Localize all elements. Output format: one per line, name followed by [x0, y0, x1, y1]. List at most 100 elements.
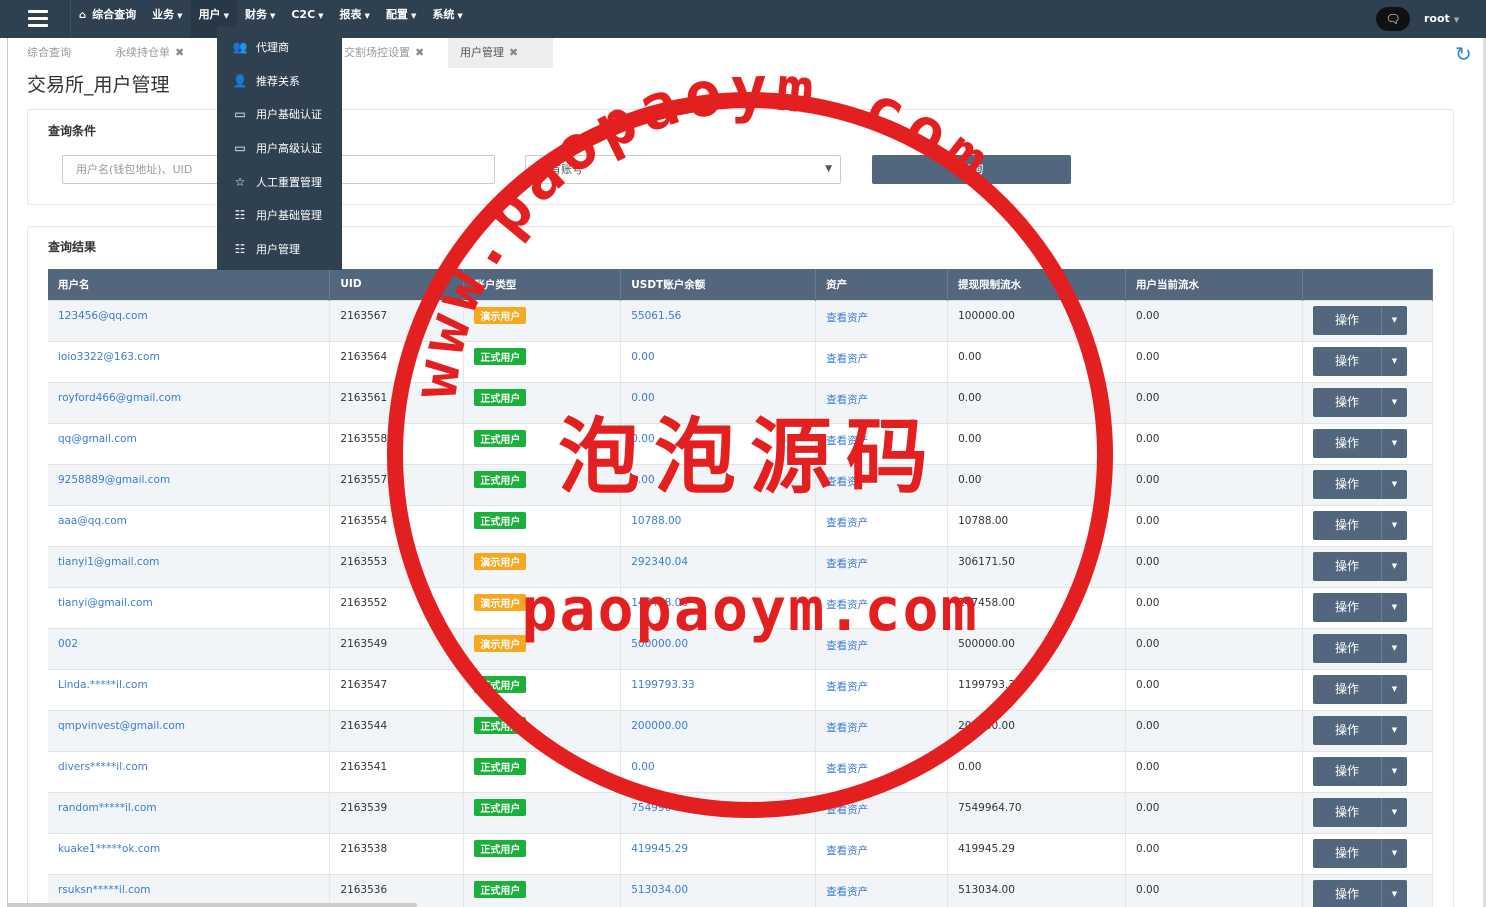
username-link[interactable]: random*****il.com: [58, 802, 157, 814]
menu-toggle-icon[interactable]: [18, 6, 58, 32]
nav-item-1[interactable]: 业务 ▼: [144, 0, 190, 38]
query-button[interactable]: 查询: [872, 155, 1071, 184]
view-assets-link[interactable]: 查看资产: [826, 517, 868, 529]
balance-link[interactable]: 292340.04: [631, 556, 688, 568]
username-link[interactable]: Linda.*****il.com: [58, 679, 148, 691]
username-link[interactable]: ioio3322@163.com: [58, 351, 160, 363]
dropdown-item-6[interactable]: ☷ 用户管理: [217, 232, 342, 266]
chevron-down-icon[interactable]: ▼: [1380, 592, 1407, 622]
chevron-down-icon[interactable]: ▼: [1380, 715, 1407, 745]
view-assets-link[interactable]: 查看资产: [826, 681, 868, 693]
nav-item-0[interactable]: ⌂ 综合查询: [71, 0, 144, 38]
balance-link[interactable]: 1199793.33: [631, 679, 694, 691]
operation-button[interactable]: 操作: [1312, 797, 1381, 827]
dropdown-item-5[interactable]: ☷ 用户基础管理: [217, 198, 342, 232]
chevron-down-icon[interactable]: ▼: [1380, 551, 1407, 581]
balance-link[interactable]: 7549964.70: [631, 802, 694, 814]
tab-perpetual-positions[interactable]: 永续持仓单 ✖: [103, 38, 196, 68]
view-assets-link[interactable]: 查看资产: [826, 435, 868, 447]
tab-overview[interactable]: 综合查询: [15, 38, 83, 68]
chevron-down-icon[interactable]: ▼: [1380, 469, 1407, 499]
operation-button[interactable]: 操作: [1312, 346, 1381, 376]
chevron-down-icon[interactable]: ▼: [1380, 674, 1407, 704]
operation-button[interactable]: 操作: [1312, 305, 1381, 335]
tab-delivery-control[interactable]: 交割场控设置 ✖: [332, 38, 436, 68]
dropdown-item-1[interactable]: 👤 推荐关系: [217, 64, 342, 98]
balance-link[interactable]: 0.00: [631, 351, 654, 363]
operation-button[interactable]: 操作: [1312, 838, 1381, 868]
chevron-down-icon[interactable]: ▼: [1380, 346, 1407, 376]
operation-button[interactable]: 操作: [1312, 633, 1381, 663]
username-link[interactable]: 002: [58, 638, 78, 650]
username-link[interactable]: rsuksn*****il.com: [58, 884, 151, 896]
chevron-down-icon[interactable]: ▼: [1380, 387, 1407, 417]
account-type-select[interactable]: 所有账号 ▼: [525, 155, 841, 184]
view-assets-link[interactable]: 查看资产: [826, 804, 868, 816]
view-assets-link[interactable]: 查看资产: [826, 886, 868, 898]
dropdown-item-3[interactable]: ▭ 用户高级认证: [217, 131, 342, 165]
balance-link[interactable]: 513034.00: [631, 884, 688, 896]
operation-button[interactable]: 操作: [1312, 510, 1381, 540]
operation-button[interactable]: 操作: [1312, 592, 1381, 622]
chevron-down-icon[interactable]: ▼: [1380, 305, 1407, 335]
close-icon[interactable]: ✖: [509, 46, 518, 59]
chevron-down-icon[interactable]: ▼: [1380, 428, 1407, 458]
close-icon[interactable]: ✖: [175, 46, 184, 59]
operation-button[interactable]: 操作: [1312, 387, 1381, 417]
balance-link[interactable]: 0.00: [631, 474, 654, 486]
operation-button[interactable]: 操作: [1312, 674, 1381, 704]
tab-user-management[interactable]: 用户管理 ✖: [448, 38, 553, 68]
chevron-down-icon[interactable]: ▼: [1380, 797, 1407, 827]
view-assets-link[interactable]: 查看资产: [826, 558, 868, 570]
operation-button[interactable]: 操作: [1312, 715, 1381, 745]
view-assets-link[interactable]: 查看资产: [826, 353, 868, 365]
chevron-down-icon[interactable]: ▼: [1380, 633, 1407, 663]
balance-link[interactable]: 10788.00: [631, 515, 681, 527]
chevron-down-icon[interactable]: ▼: [1380, 838, 1407, 868]
username-link[interactable]: aaa@qq.com: [58, 515, 127, 527]
operation-button[interactable]: 操作: [1312, 551, 1381, 581]
username-link[interactable]: tianyi1@gmail.com: [58, 556, 159, 568]
balance-link[interactable]: 0.00: [631, 433, 654, 445]
view-assets-link[interactable]: 查看资产: [826, 599, 868, 611]
balance-link[interactable]: 419945.29: [631, 843, 688, 855]
refresh-icon[interactable]: ↻: [1455, 42, 1472, 66]
dropdown-item-0[interactable]: 👥 代理商: [217, 30, 342, 64]
nav-item-7[interactable]: 系统 ▼: [424, 0, 470, 38]
operation-button[interactable]: 操作: [1312, 428, 1381, 458]
horizontal-scrollbar[interactable]: [7, 903, 417, 907]
operation-button[interactable]: 操作: [1312, 879, 1381, 907]
chat-icon[interactable]: 🗨: [1376, 7, 1410, 31]
username-link[interactable]: qq@gmail.com: [58, 433, 137, 445]
balance-link[interactable]: 0.00: [631, 761, 654, 773]
dropdown-item-4[interactable]: ☆ 人工重置管理: [217, 165, 342, 199]
balance-link[interactable]: 200000.00: [631, 720, 688, 732]
view-assets-link[interactable]: 查看资产: [826, 476, 868, 488]
view-assets-link[interactable]: 查看资产: [826, 394, 868, 406]
operation-button[interactable]: 操作: [1312, 469, 1381, 499]
operation-button[interactable]: 操作: [1312, 756, 1381, 786]
view-assets-link[interactable]: 查看资产: [826, 640, 868, 652]
balance-link[interactable]: 500000.00: [631, 638, 688, 650]
username-link[interactable]: qmpvinvest@gmail.com: [58, 720, 185, 732]
view-assets-link[interactable]: 查看资产: [826, 763, 868, 775]
view-assets-link[interactable]: 查看资产: [826, 312, 868, 324]
username-link[interactable]: royford466@gmail.com: [58, 392, 181, 404]
username-link[interactable]: divers*****il.com: [58, 761, 148, 773]
balance-link[interactable]: 147458.00: [631, 597, 688, 609]
close-icon[interactable]: ✖: [415, 46, 424, 59]
username-link[interactable]: tianyi@gmail.com: [58, 597, 153, 609]
nav-item-6[interactable]: 配置 ▼: [378, 0, 424, 38]
view-assets-link[interactable]: 查看资产: [826, 722, 868, 734]
view-assets-link[interactable]: 查看资产: [826, 845, 868, 857]
username-link[interactable]: kuake1*****ok.com: [58, 843, 160, 855]
user-menu[interactable]: root ▼: [1424, 0, 1459, 38]
chevron-down-icon[interactable]: ▼: [1380, 756, 1407, 786]
balance-link[interactable]: 0.00: [631, 392, 654, 404]
username-link[interactable]: 123456@qq.com: [58, 310, 148, 322]
chevron-down-icon[interactable]: ▼: [1380, 510, 1407, 540]
dropdown-item-2[interactable]: ▭ 用户基础认证: [217, 97, 342, 131]
chevron-down-icon[interactable]: ▼: [1380, 879, 1407, 907]
username-link[interactable]: 9258889@gmail.com: [58, 474, 170, 486]
balance-link[interactable]: 55061.56: [631, 310, 681, 322]
